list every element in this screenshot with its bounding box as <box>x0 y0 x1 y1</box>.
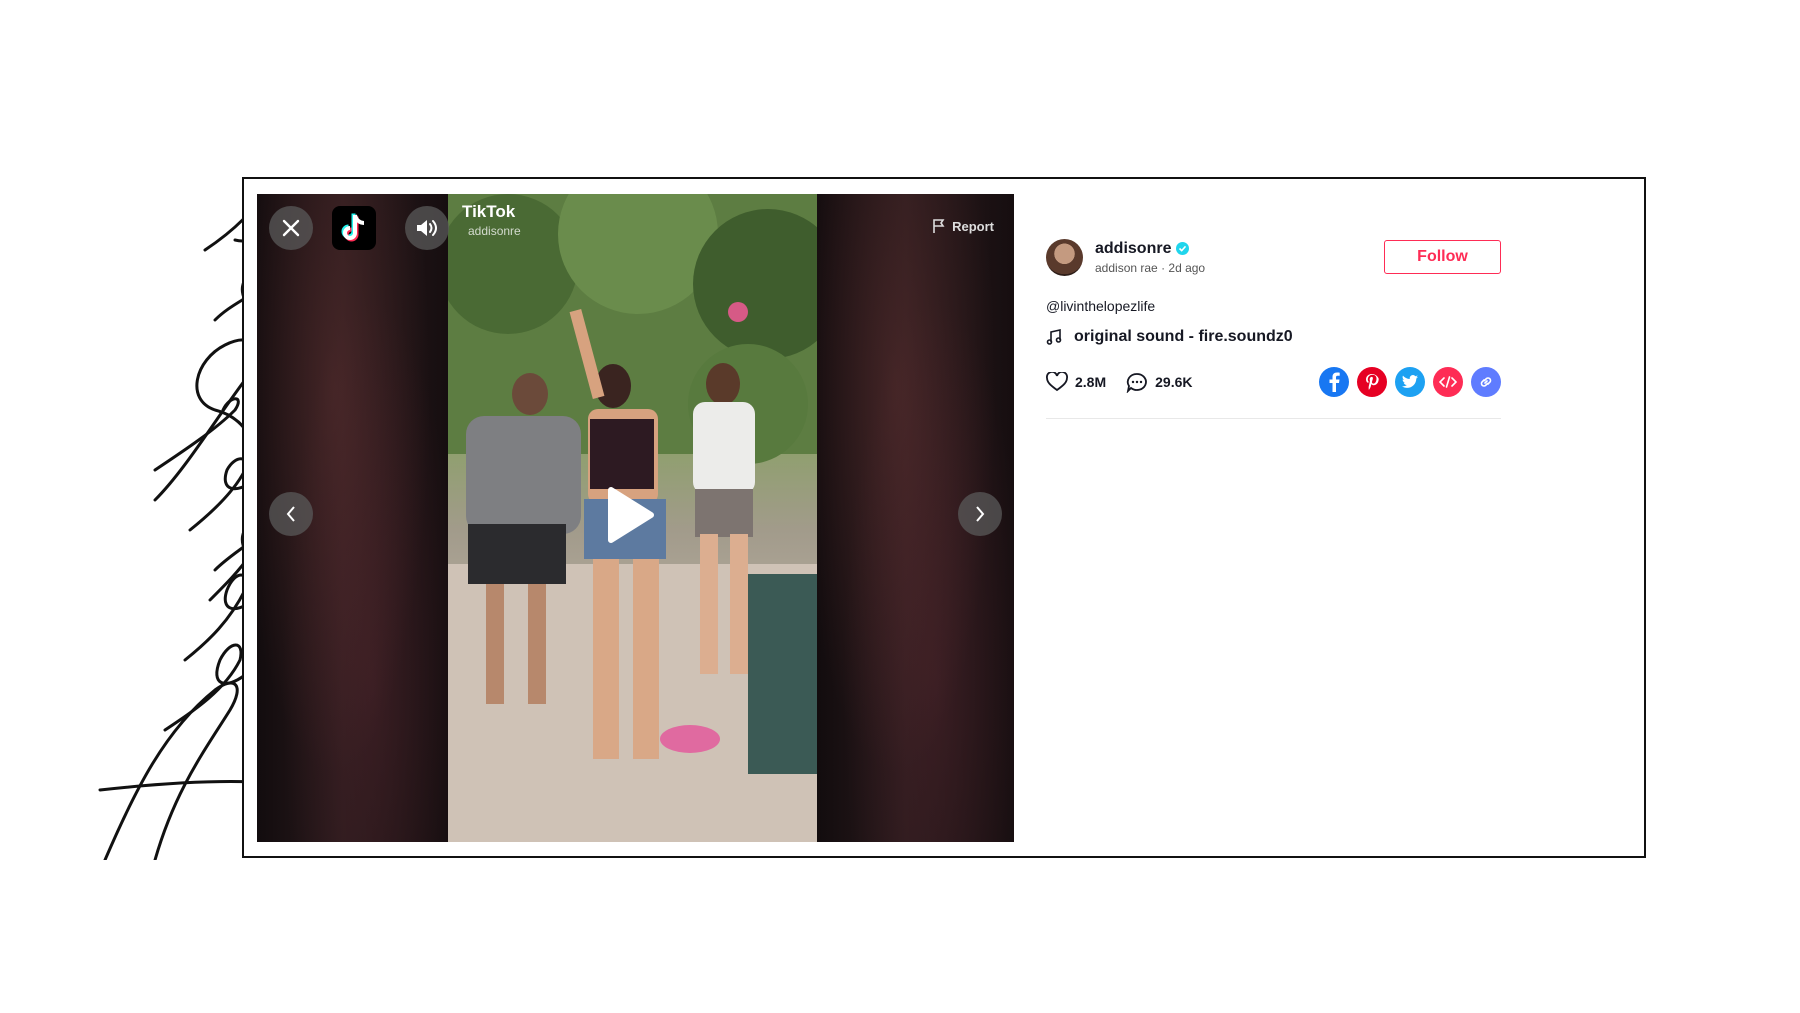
facebook-icon <box>1329 372 1340 392</box>
follow-button[interactable]: Follow <box>1384 240 1501 274</box>
comment-count: 29.6K <box>1155 374 1193 390</box>
watermark-handle: addisonre <box>468 224 521 238</box>
next-video-button[interactable] <box>958 492 1002 536</box>
avatar[interactable] <box>1046 238 1083 276</box>
verified-icon <box>1176 242 1190 255</box>
tiktok-icon <box>341 213 365 242</box>
like-count: 2.8M <box>1075 374 1107 390</box>
sound-row[interactable]: original sound - fire.soundz0 <box>1046 328 1501 346</box>
video-player[interactable]: TikTok addisonre Report <box>257 194 1014 842</box>
sound-title: original sound - fire.soundz0 <box>1074 328 1293 345</box>
tiktok-logo[interactable] <box>332 206 376 250</box>
username-row: addisonre <box>1095 240 1205 258</box>
author-subline: addison rae · 2d ago <box>1095 261 1205 275</box>
volume-button[interactable] <box>405 206 449 250</box>
music-note-icon <box>1046 329 1062 345</box>
tiktok-watermark: TikTok addisonre <box>462 202 521 240</box>
volume-icon <box>417 220 437 236</box>
embed-icon <box>1439 376 1457 388</box>
display-name: addison rae <box>1095 260 1158 275</box>
divider <box>1046 418 1501 419</box>
twitter-share-button[interactable] <box>1395 367 1425 397</box>
caption-mention[interactable]: @livinthelopezlife <box>1046 298 1501 314</box>
chevron-left-icon <box>286 506 295 522</box>
author-row: addisonre addison rae · 2d ago Follow <box>1046 232 1501 282</box>
report-flag-icon <box>933 219 945 233</box>
play-icon <box>608 487 654 543</box>
close-button[interactable] <box>269 206 313 250</box>
like-button[interactable]: 2.8M <box>1046 372 1106 392</box>
previous-video-button[interactable] <box>269 492 313 536</box>
author-names: addisonre addison rae · 2d ago <box>1095 240 1205 275</box>
close-icon <box>282 219 300 237</box>
chevron-right-icon <box>976 506 985 522</box>
stats-row: 2.8M 29.6K <box>1046 366 1501 398</box>
pinterest-icon <box>1366 374 1379 390</box>
copy-link-button[interactable] <box>1471 367 1501 397</box>
link-icon <box>1480 377 1492 387</box>
twitter-icon <box>1402 375 1418 388</box>
play-button[interactable] <box>605 486 655 549</box>
post-info-panel: addisonre addison rae · 2d ago Follow @l… <box>1046 232 1501 419</box>
post-time: 2d ago <box>1168 260 1206 275</box>
facebook-share-button[interactable] <box>1319 367 1349 397</box>
heart-icon <box>1046 372 1068 392</box>
report-label: Report <box>952 218 994 234</box>
comment-icon <box>1126 372 1147 393</box>
report-button[interactable]: Report <box>932 218 994 234</box>
username[interactable]: addisonre <box>1095 240 1171 258</box>
comment-button[interactable]: 29.6K <box>1126 372 1192 393</box>
watermark-brand: TikTok <box>462 202 516 221</box>
pinterest-share-button[interactable] <box>1357 367 1387 397</box>
embed-button[interactable] <box>1433 367 1463 397</box>
share-buttons <box>1319 367 1501 397</box>
